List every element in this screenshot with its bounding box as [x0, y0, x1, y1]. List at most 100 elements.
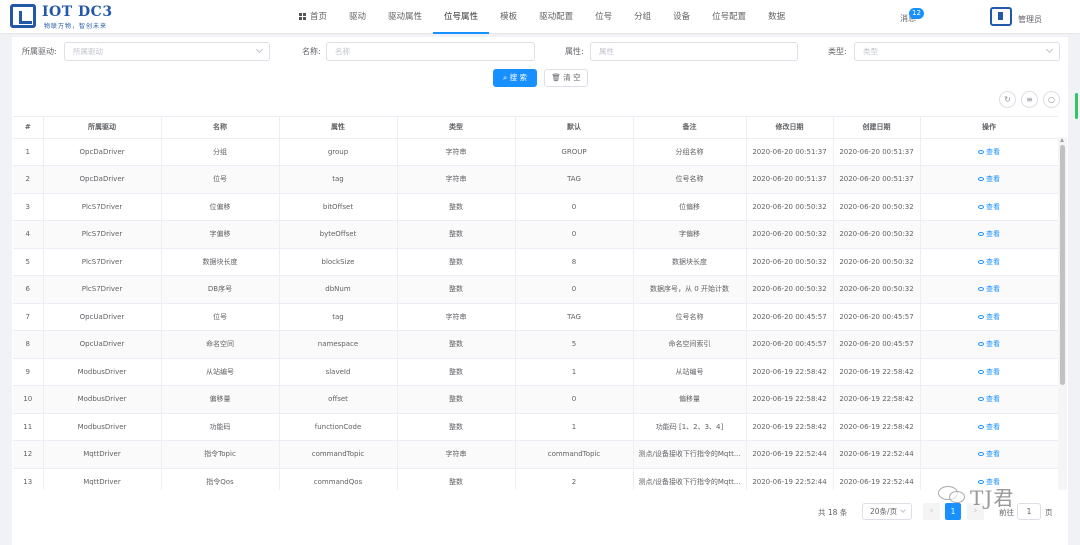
table-row[interactable]: 2 OpcDaDriver 位号 tag 字符串 TAG 位号名称 2020-06-20 00…	[13, 165, 1058, 194]
nav-item-4[interactable]: 模板	[489, 0, 528, 34]
view-button[interactable]: 查看	[978, 258, 1000, 266]
view-button[interactable]: 查看	[978, 450, 1000, 458]
nav-item-10[interactable]: 数据	[757, 0, 796, 34]
table-row[interactable]: 10 ModbusDriver 偏移量 offset 整数 0 偏移量 2020-06-19 …	[13, 385, 1058, 414]
column-header[interactable]: 类型	[397, 117, 516, 139]
column-header[interactable]: 所属驱动	[43, 117, 162, 139]
table-row[interactable]: 6 PlcS7Driver DB序号 dbNum 整数 0 数据序号，从 0 开始计数 202…	[13, 275, 1058, 304]
column-header[interactable]: 默认	[515, 117, 634, 139]
table-cell: 整数	[397, 413, 516, 441]
column-header[interactable]: 备注	[633, 117, 747, 139]
attr-filter-input[interactable]: 属性	[590, 42, 798, 61]
table-cell: 8	[515, 248, 634, 276]
table-scrollbar[interactable]	[1058, 137, 1067, 490]
view-button[interactable]: 查看	[978, 148, 1000, 156]
view-button[interactable]: 查看	[978, 203, 1000, 211]
table-cell-actions: 查看	[920, 413, 1058, 441]
column-header[interactable]: 操作	[920, 117, 1058, 139]
table-cell-actions: 查看	[920, 138, 1058, 166]
table-cell: 2020-06-19 22:58:42	[833, 385, 921, 414]
chevron-down-icon	[1045, 45, 1054, 54]
table-cell: 从站编号	[633, 358, 747, 386]
table-cell: 2020-06-20 00:50:32	[833, 193, 921, 221]
table-cell: DB序号	[161, 275, 280, 304]
eye-icon	[978, 287, 984, 292]
page-size-select[interactable]: 20条/页	[862, 503, 912, 520]
nav-item-9[interactable]: 位号配置	[701, 0, 757, 34]
column-header[interactable]: 创建日期	[833, 117, 921, 139]
table-row[interactable]: 12 MqttDriver 指令Topic commandTopic 字符串 comman…	[13, 440, 1058, 469]
table-cell: 整数	[397, 220, 516, 249]
table-cell: 2020-06-19 22:58:42	[746, 385, 834, 414]
table-cell: 2020-06-19 22:52:44	[746, 440, 834, 469]
table-row[interactable]: 4 PlcS7Driver 字偏移 byteOffset 整数 0 字偏移 2020-06-2…	[13, 220, 1058, 249]
nav-item-8[interactable]: 设备	[662, 0, 701, 34]
table-row[interactable]: 5 PlcS7Driver 数据块长度 blockSize 整数 8 数据块长度 2020-0…	[13, 248, 1058, 276]
table-row[interactable]: 13 MqttDriver 指令Qos commandQos 整数 2 测点/设备接收下行指…	[13, 468, 1058, 490]
table-cell: 12	[13, 440, 44, 469]
nav-item-7[interactable]: 分组	[623, 0, 662, 34]
nav-item-0[interactable]: 首页	[288, 0, 338, 34]
nav-item-label: 模板	[500, 12, 518, 22]
table-cell: ModbusDriver	[43, 413, 162, 441]
wechat-watermark: TJ君	[938, 480, 1048, 512]
column-header[interactable]: 属性	[279, 117, 398, 139]
table-cell: 位号	[161, 303, 280, 331]
clear-button[interactable]: 🗑 清 空	[544, 69, 588, 87]
table-cell: PlcS7Driver	[43, 275, 162, 304]
clear-button-label: 清 空	[563, 73, 581, 82]
table-cell: 数据块长度	[161, 248, 280, 276]
table-row[interactable]: 7 OpcUaDriver 位号 tag 字符串 TAG 位号名称 2020-06-20 00…	[13, 303, 1058, 331]
scrollbar-thumb[interactable]	[1060, 145, 1065, 385]
view-button[interactable]: 查看	[978, 340, 1000, 348]
table-cell: ModbusDriver	[43, 358, 162, 386]
table-cell: 字符串	[397, 165, 516, 194]
nav-item-6[interactable]: 位号	[584, 0, 623, 34]
admin-avatar-icon[interactable]	[990, 7, 1012, 26]
toggle-search-button[interactable]: ○	[1043, 91, 1060, 108]
view-button[interactable]: 查看	[978, 368, 1000, 376]
column-header[interactable]: 名称	[161, 117, 280, 139]
type-filter-select[interactable]: 类型	[854, 42, 1060, 61]
nav-item-1[interactable]: 驱动	[338, 0, 377, 34]
name-filter-input[interactable]: 名称	[326, 42, 535, 61]
table-cell: OpcDaDriver	[43, 138, 162, 166]
view-button[interactable]: 查看	[978, 230, 1000, 238]
table-row[interactable]: 1 OpcDaDriver 分组 group 字符串 GROUP 分组名称 2020-06-2…	[13, 138, 1058, 166]
admin-name[interactable]: 管理员	[1018, 14, 1042, 25]
view-button[interactable]: 查看	[978, 175, 1000, 183]
table-cell: 从站编号	[161, 358, 280, 386]
scroll-up-arrow-icon[interactable]	[1060, 138, 1064, 142]
search-button[interactable]: ⌕ 搜 索	[493, 69, 537, 87]
table-row[interactable]: 9 ModbusDriver 从站编号 slaveId 整数 1 从站编号 2020-06-1…	[13, 358, 1058, 386]
view-button[interactable]: 查看	[978, 423, 1000, 431]
table-cell: OpcUaDriver	[43, 303, 162, 331]
table-cell: 0	[515, 220, 634, 249]
table-cell: 位号名称	[633, 165, 747, 194]
table-cell: 2020-06-20 00:50:32	[746, 220, 834, 249]
table-row[interactable]: 8 OpcUaDriver 命名空间 namespace 整数 5 命名空间索引 2020-0…	[13, 330, 1058, 359]
table-cell: 命名空间索引	[633, 330, 747, 359]
table-row[interactable]: 11 ModbusDriver 功能码 functionCode 整数 1 功能码 [1、2…	[13, 413, 1058, 441]
column-header[interactable]: 修改日期	[746, 117, 834, 139]
table-cell: 字符串	[397, 138, 516, 166]
nav-item-2[interactable]: 驱动属性	[377, 0, 433, 34]
table-cell: 偏移量	[161, 385, 280, 414]
search-icon: ⌕	[503, 73, 508, 82]
table-cell: 6	[13, 275, 44, 304]
app-logo[interactable]: IOT DC3 物联万物，智创未来	[10, 2, 120, 32]
view-button[interactable]: 查看	[978, 395, 1000, 403]
table-cell: tag	[279, 303, 398, 331]
logo-mark-icon	[10, 4, 36, 28]
nav-item-5[interactable]: 驱动配置	[528, 0, 584, 34]
column-header[interactable]: #	[13, 117, 44, 139]
table-cell: blockSize	[279, 248, 398, 276]
nav-item-3[interactable]: 位号属性	[433, 0, 490, 34]
table-row[interactable]: 3 PlcS7Driver 位偏移 bitOffset 整数 0 位偏移 2020-06-20…	[13, 193, 1058, 221]
driver-filter-select[interactable]: 所属驱动	[64, 42, 270, 61]
table-cell: tag	[279, 165, 398, 194]
view-button[interactable]: 查看	[978, 313, 1000, 321]
refresh-button[interactable]: ↻	[999, 91, 1016, 108]
column-settings-button[interactable]: ≡	[1021, 91, 1038, 108]
view-button[interactable]: 查看	[978, 285, 1000, 293]
